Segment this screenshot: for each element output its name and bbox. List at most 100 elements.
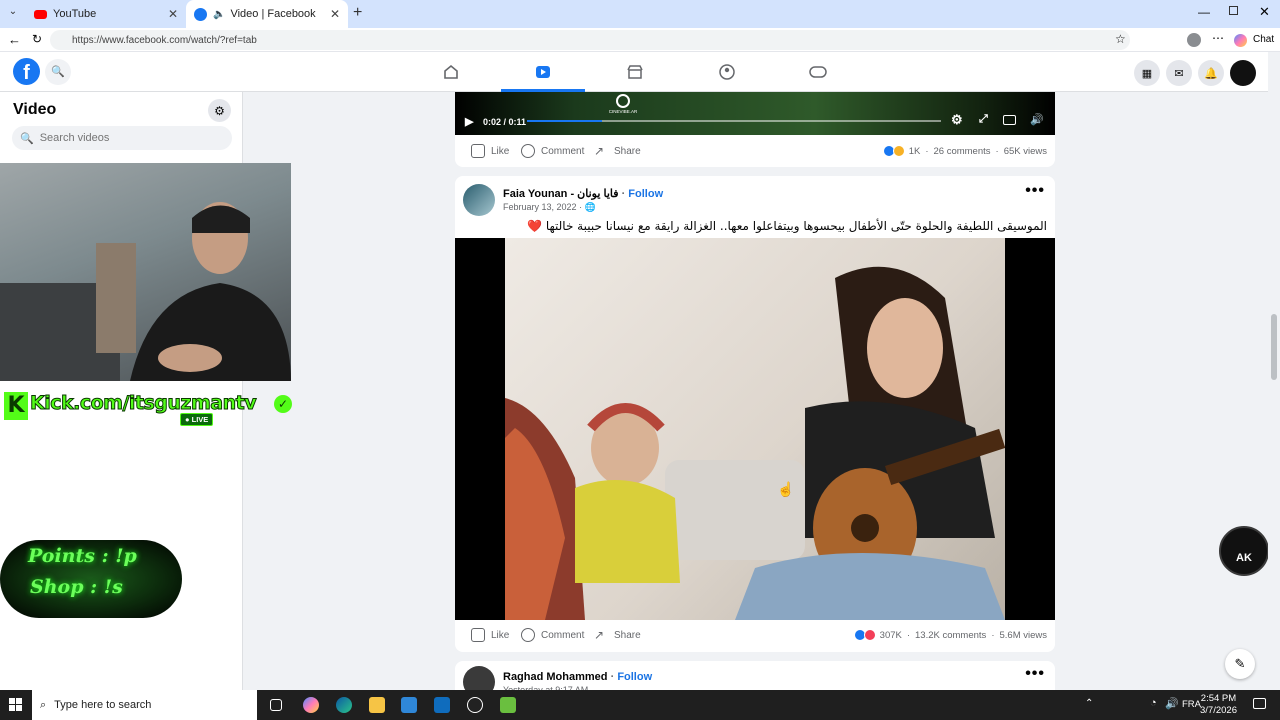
search-videos-input[interactable] [39,132,220,144]
streamer-webcam-overlay [0,163,291,381]
video-progress-bar[interactable] [527,120,941,122]
view-count: 65K views [1003,145,1047,157]
page-scrollbar[interactable] [1268,52,1280,690]
video-post-1: CINEVIBE.AR ▶ 0:02 / 0:11 ⚙ ⤢ 🔊 Like Com… [455,92,1055,167]
tab-list-chevron-icon[interactable]: ⌄ [6,6,20,20]
video-progress-fill [527,120,602,122]
follow-button[interactable]: Follow [617,671,652,683]
tab-youtube[interactable]: YouTube ✕ [26,0,186,28]
mouse-cursor-icon: ☝ [777,481,795,497]
gaming-icon[interactable] [808,62,828,82]
language-indicator[interactable]: FRA [1182,699,1201,710]
love-reaction-icon [863,629,876,641]
share-button[interactable]: ↗ Share [594,628,641,642]
clock-time: 2:54 PM [1200,693,1237,704]
video-player-2[interactable]: ☝ [455,238,1055,620]
video-player-1[interactable]: CINEVIBE.AR ▶ 0:02 / 0:11 ⚙ ⤢ 🔊 [455,92,1055,135]
kick-logo-icon: K [4,392,28,420]
comment-button[interactable]: Comment [521,628,584,642]
scrollbar-thumb[interactable] [1271,314,1277,380]
volume-tray-icon[interactable]: 🔊 [1165,697,1179,710]
video-settings-gear-icon[interactable]: ⚙ [208,99,231,122]
like-icon [471,628,485,642]
more-options-button[interactable]: ••• [1025,182,1045,200]
copilot-taskbar-icon[interactable] [303,697,319,713]
author-name[interactable]: Faia Younan - فايا يونان [503,188,619,200]
post-date[interactable]: February 13, 2022 [503,202,577,212]
new-tab-button[interactable]: + [353,4,362,22]
comment-count[interactable]: 26 comments [933,146,990,157]
back-icon[interactable]: ← [8,32,21,47]
close-tab-icon[interactable]: ✕ [330,7,340,21]
app-green-icon[interactable] [500,697,516,713]
comment-button[interactable]: Comment [521,144,584,158]
copilot-icon[interactable] [1234,34,1247,47]
speaker-icon[interactable]: 🔈 [213,9,225,20]
obs-icon[interactable] [467,697,483,713]
points-shop-overlay: Points : !p Shop : !s [0,540,182,618]
chat-label[interactable]: Chat [1253,34,1274,45]
system-tray-chevron-icon[interactable]: ⌃ [1085,698,1093,709]
address-bar-row: ← ↻ https://www.facebook.com/watch/?ref=… [0,28,1280,52]
live-badge-text: LIVE [191,415,209,424]
like-button[interactable]: Like [471,144,509,158]
home-icon[interactable] [441,62,461,82]
taskbar-clock[interactable]: 2:54 PM 3/7/2026 [1200,693,1237,717]
search-videos-field[interactable]: 🔍 [12,126,232,150]
close-window-button[interactable]: ✕ [1259,4,1270,20]
profile-avatar[interactable] [1187,33,1201,47]
search-icon[interactable]: 🔍 [45,59,71,85]
reaction-count[interactable]: 1K [909,146,921,157]
notifications-bell-icon[interactable]: 🔔 [1198,60,1224,86]
play-button-icon[interactable]: ▶ [465,115,473,128]
task-view-icon[interactable] [270,699,282,711]
url-field[interactable]: https://www.facebook.com/watch/?ref=tab [50,30,1130,50]
taskbar-search-placeholder: Type here to search [54,699,152,711]
file-explorer-icon[interactable] [369,697,385,713]
outlook-icon[interactable] [434,697,450,713]
tab-facebook-video[interactable]: 🔈 Video | Facebook ✕ [186,0,348,28]
settings-gear-icon[interactable]: ⚙ [951,112,963,128]
dot-separator: · [991,629,995,641]
comment-count[interactable]: 13.2K comments [915,630,986,641]
volume-icon[interactable]: 🔊 [1030,113,1044,126]
video-post-2: Faia Younan - فايا يونان · Follow Februa… [455,176,1055,652]
more-options-icon[interactable]: ⋯ [1212,31,1224,45]
share-icon: ↗ [594,628,605,642]
menu-grid-icon[interactable]: ▦ [1134,60,1160,86]
account-avatar[interactable] [1230,60,1256,86]
author-name[interactable]: Raghad Mohammed [503,671,608,683]
share-button[interactable]: ↗ Share [594,144,641,158]
notification-center-icon[interactable] [1253,698,1266,709]
refresh-icon[interactable]: ↻ [32,32,42,46]
like-button[interactable]: Like [471,628,509,642]
fullscreen-icon[interactable]: ⤢ [979,113,988,126]
edge-icon[interactable] [336,697,352,713]
windows-start-icon[interactable] [9,698,22,711]
share-icon: ↗ [594,144,605,158]
picture-in-picture-icon[interactable] [1003,115,1016,125]
minimize-window-button[interactable]: — [1198,5,1210,19]
groups-icon[interactable] [717,62,737,82]
taskbar-search-box[interactable]: ⌕ Type here to search [32,690,257,720]
like-label: Like [491,629,510,641]
restore-window-button[interactable] [1229,6,1238,15]
microsoft-store-icon[interactable] [401,697,417,713]
author-line: Raghad Mohammed · Follow [503,671,652,683]
post-2-actions: Like Comment ↗ Share 307K · 13.2K comment… [455,621,1055,649]
more-options-button[interactable]: ••• [1025,665,1045,683]
youtube-icon [34,9,47,19]
marketplace-icon[interactable] [625,62,645,82]
messenger-icon[interactable]: ✉ [1166,60,1192,86]
facebook-logo[interactable]: f [13,58,40,85]
follow-button[interactable]: Follow [628,188,663,200]
new-message-button[interactable]: ✎ [1225,649,1255,679]
favorites-icon[interactable]: ☆ [1115,32,1126,46]
author-avatar[interactable] [463,184,495,216]
reaction-count[interactable]: 307K [880,630,902,641]
like-label: Like [491,145,510,157]
video-tab-icon[interactable] [533,62,553,82]
close-tab-icon[interactable]: ✕ [168,7,178,21]
search-icon: ⌕ [40,698,47,711]
wifi-icon[interactable]: ◔ [1150,697,1157,709]
